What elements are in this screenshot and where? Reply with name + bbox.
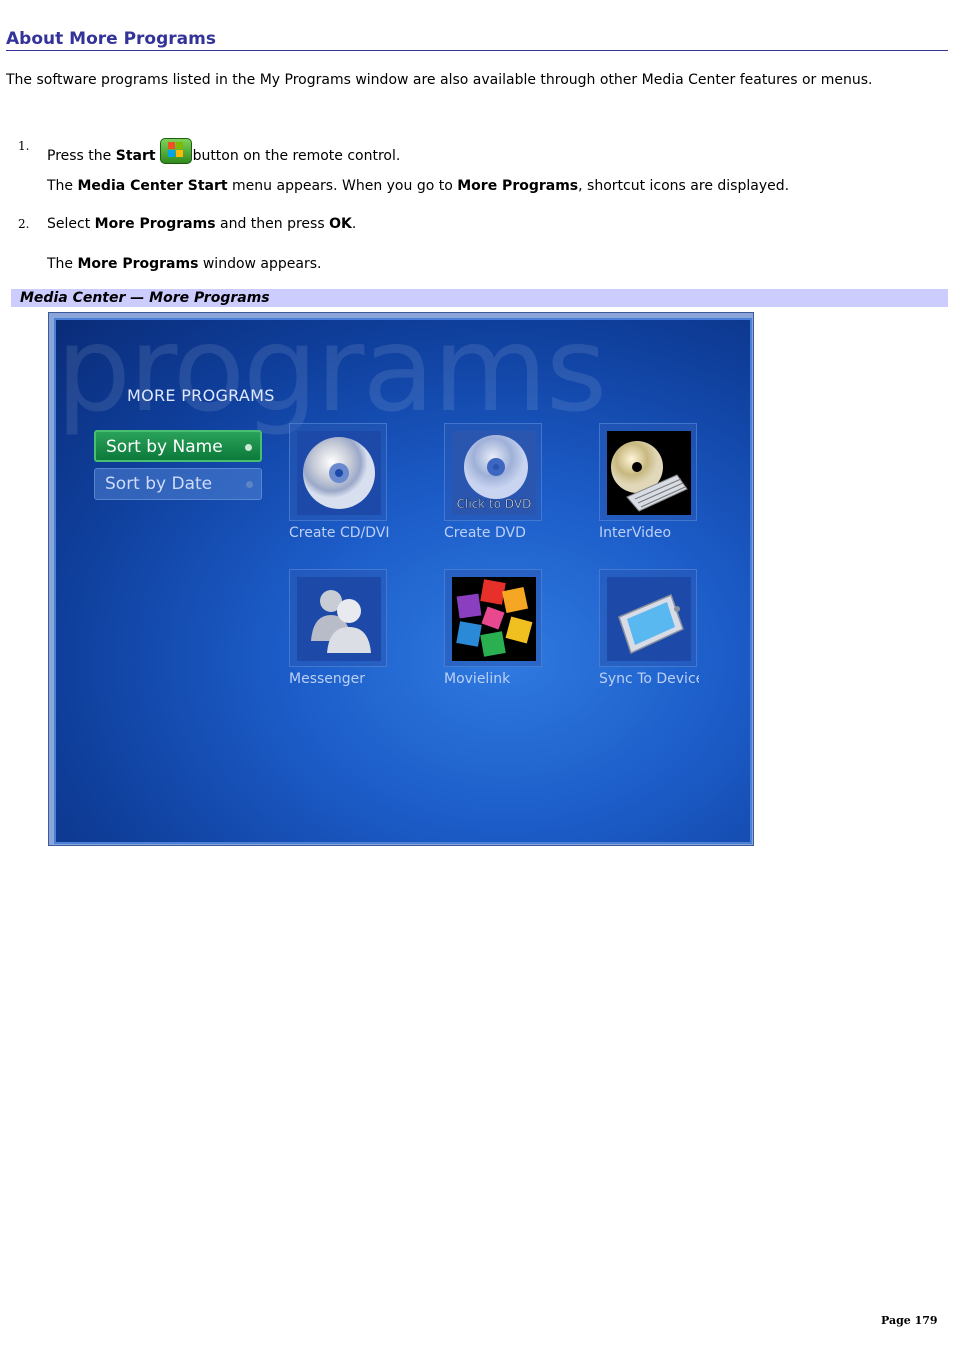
cd-icon [297,431,381,515]
step-1-number: 1. [18,139,30,153]
sort-by-name-button[interactable]: Sort by Name [94,430,262,462]
more-programs-screen: programs MORE PROGRAMS Sort by Name Sort… [54,318,752,844]
tile-messenger[interactable] [289,569,387,667]
tile-create-cd-dvd[interactable] [289,423,387,521]
messenger-icon [297,577,381,661]
step-2-result: The More Programs window appears. [47,256,322,272]
tile-label: Movielink [444,671,511,687]
page-number: Page 179 [881,1314,938,1327]
tile-sync-to-device[interactable] [599,569,697,667]
tile-label: Create DVD [444,525,526,541]
step-1-result: The Media Center Start menu appears. Whe… [47,178,790,194]
tile-movielink[interactable] [444,569,542,667]
tile-label: Messenger [289,671,366,687]
cd-keyboard-icon [607,431,691,515]
movielink-icon [452,577,536,661]
page-title: About More Programs [6,29,948,51]
unselected-dot-icon [246,481,253,488]
intro-paragraph: The software programs listed in the My P… [6,72,873,88]
tile-label: InterVideo [599,525,672,541]
tile-label: Sync To Device [599,671,699,687]
selected-dot-icon [245,444,252,451]
click-to-dvd-icon: Click to DVD [452,431,536,515]
pda-device-icon [607,577,691,661]
media-center-screenshot: programs MORE PROGRAMS Sort by Name Sort… [48,312,754,846]
step-2-number: 2. [18,217,30,231]
tile-create-dvd[interactable]: Click to DVD [444,423,542,521]
step-1-instruction: Press the Start button on the remote cont… [47,138,400,165]
screen-title: MORE PROGRAMS [127,386,275,405]
background-word: programs [56,318,607,438]
step-2-instruction: Select More Programs and then press OK. [47,216,357,232]
tile-intervideo[interactable] [599,423,697,521]
windows-start-icon [159,138,192,164]
click-to-dvd-text: Click to DVD [457,497,532,511]
figure-caption: Media Center — More Programs [11,289,948,307]
tile-label: Create CD/DVI [289,525,389,541]
sort-by-date-button[interactable]: Sort by Date [94,468,262,500]
